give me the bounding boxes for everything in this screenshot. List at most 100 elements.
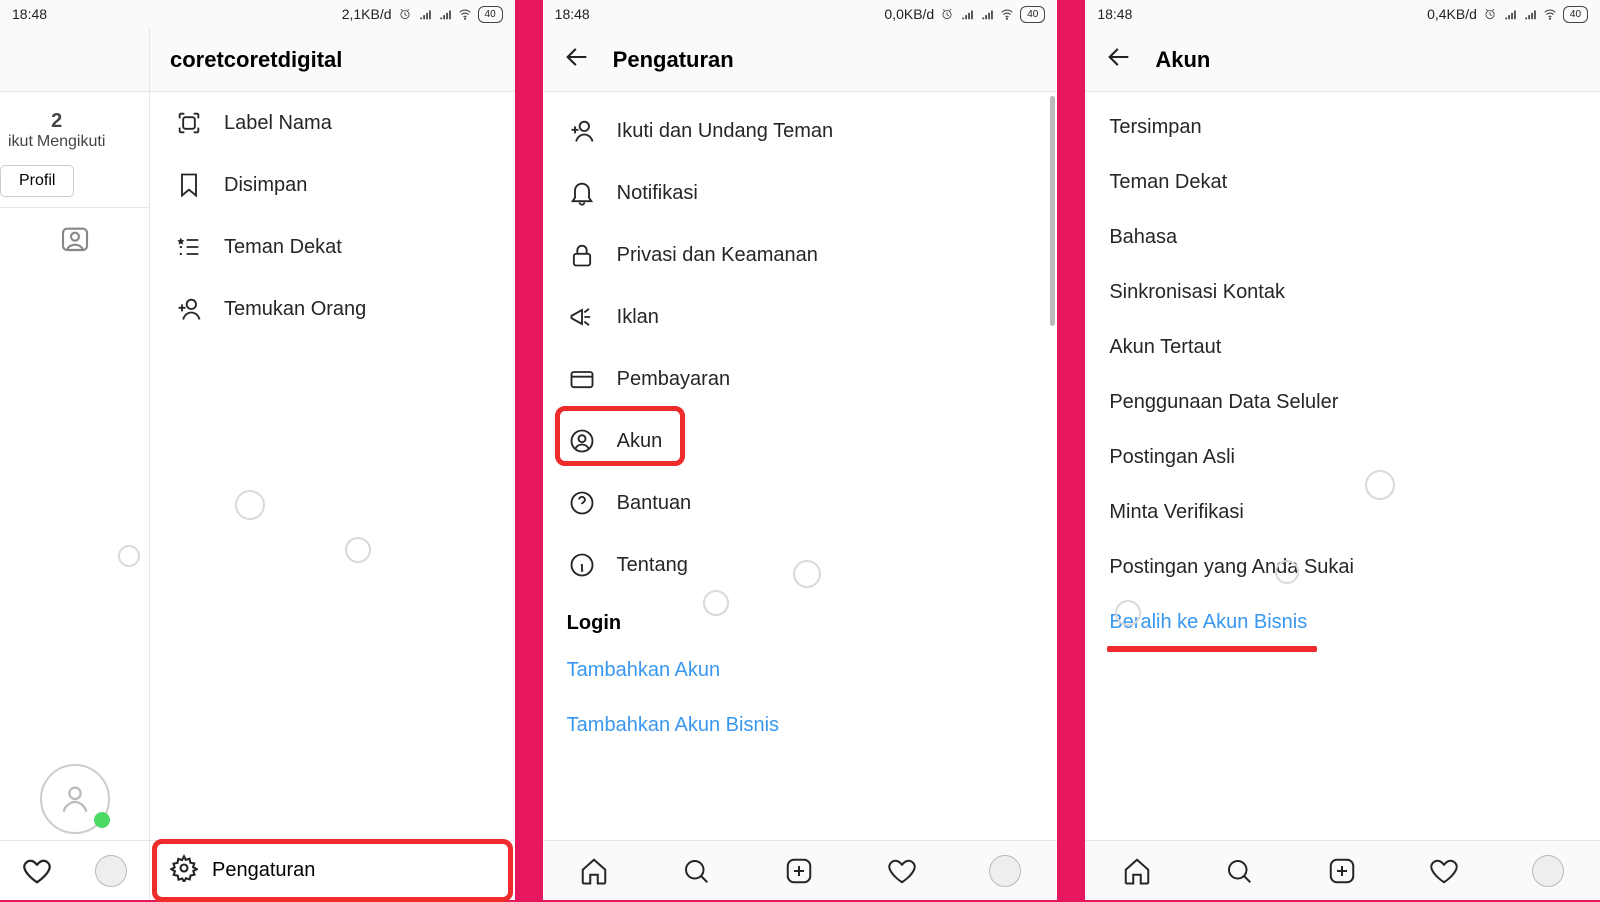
settings-item-help[interactable]: Bantuan — [543, 472, 1058, 534]
info-icon — [567, 550, 597, 580]
settings-item-notifications[interactable]: Notifikasi — [543, 162, 1058, 224]
profile-avatar-icon[interactable] — [1532, 855, 1564, 887]
menu-item-label: Minta Verifikasi — [1109, 501, 1244, 524]
avatar-placeholder — [40, 764, 110, 834]
menu-item-label: Tentang — [617, 554, 688, 577]
menu-item-label: Penggunaan Data Seluler — [1109, 391, 1338, 414]
signal-icon — [980, 7, 994, 21]
help-icon — [567, 488, 597, 518]
settings-header: Pengaturan — [543, 28, 1058, 92]
followers-label: ikut — [8, 133, 33, 151]
status-bar: 18:48 0,0KB/d 40 — [543, 0, 1058, 28]
account-icon — [567, 426, 597, 456]
menu-item-label: Postingan Asli — [1109, 446, 1235, 469]
gear-icon — [170, 854, 198, 888]
account-item-switch-business[interactable]: Beralih ke Akun Bisnis — [1085, 595, 1600, 650]
phone-screen-2: 18:48 0,0KB/d 40 Pengaturan Ikuti dan Un… — [543, 0, 1058, 900]
alarm-icon — [398, 7, 412, 21]
drawer-settings[interactable]: Pengaturan — [150, 840, 515, 900]
add-account-link[interactable]: Tambahkan Akun — [543, 643, 1058, 698]
settings-item-account[interactable]: Akun — [543, 410, 1058, 472]
settings-item-about[interactable]: Tentang — [543, 534, 1058, 596]
new-post-icon[interactable] — [1327, 856, 1357, 886]
account-item-saved[interactable]: Tersimpan — [1085, 100, 1600, 155]
tagged-photos-icon[interactable] — [59, 222, 91, 254]
annotation-box-settings — [152, 839, 513, 902]
status-time: 18:48 — [555, 6, 590, 22]
search-icon[interactable] — [1224, 856, 1254, 886]
menu-item-label: Tambahkan Akun Bisnis — [567, 714, 779, 737]
account-item-language[interactable]: Bahasa — [1085, 210, 1600, 265]
settings-item-ads[interactable]: Iklan — [543, 286, 1058, 348]
menu-item-label: Bantuan — [617, 492, 692, 515]
battery-level: 40 — [1020, 6, 1045, 23]
account-item-linked[interactable]: Akun Tertaut — [1085, 320, 1600, 375]
settings-item-payments[interactable]: Pembayaran — [543, 348, 1058, 410]
login-section-label: Login — [543, 596, 1058, 643]
heart-icon[interactable] — [887, 856, 917, 886]
phone-screen-3: 18:48 0,4KB/d 40 Akun Tersimpan Teman De… — [1085, 0, 1600, 900]
phone-screen-1: 18:48 2,1KB/d 40 2 — [0, 0, 515, 900]
heart-icon[interactable] — [1429, 856, 1459, 886]
battery-level: 40 — [478, 6, 503, 23]
add-business-link[interactable]: Tambahkan Akun Bisnis — [543, 698, 1058, 753]
following-count: 2 — [8, 110, 105, 133]
status-speed: 2,1KB/d — [342, 6, 392, 22]
settings-label: Pengaturan — [212, 859, 315, 882]
add-people-icon — [567, 116, 597, 146]
status-speed: 0,4KB/d — [1427, 6, 1477, 22]
signal-icon — [960, 7, 974, 21]
menu-item-label: Beralih ke Akun Bisnis — [1109, 611, 1307, 634]
wifi-icon — [1543, 7, 1557, 21]
card-icon — [567, 364, 597, 394]
nametag-icon — [174, 108, 204, 138]
settings-item-privacy[interactable]: Privasi dan Keamanan — [543, 224, 1058, 286]
profile-avatar-icon[interactable] — [989, 855, 1021, 887]
status-time: 18:48 — [1097, 6, 1132, 22]
bookmark-icon — [174, 170, 204, 200]
new-post-icon[interactable] — [784, 856, 814, 886]
status-time: 18:48 — [12, 6, 47, 22]
alarm-icon — [1483, 7, 1497, 21]
profile-avatar-icon[interactable] — [95, 855, 127, 887]
settings-item-follow-invite[interactable]: Ikuti dan Undang Teman — [543, 100, 1058, 162]
wifi-icon — [1000, 7, 1014, 21]
status-bar: 18:48 2,1KB/d 40 — [0, 0, 515, 28]
scrollbar[interactable] — [1050, 96, 1055, 326]
heart-icon[interactable] — [22, 856, 52, 886]
home-icon[interactable] — [579, 856, 609, 886]
alarm-icon — [940, 7, 954, 21]
drawer-username: coretcoretdigital — [150, 28, 515, 92]
following-label: Mengikuti — [37, 133, 105, 151]
back-arrow-icon[interactable] — [563, 43, 591, 77]
lock-icon — [567, 240, 597, 270]
account-item-original[interactable]: Postingan Asli — [1085, 430, 1600, 485]
account-item-verification[interactable]: Minta Verifikasi — [1085, 485, 1600, 540]
status-bar: 18:48 0,4KB/d 40 — [1085, 0, 1600, 28]
back-arrow-icon[interactable] — [1105, 43, 1133, 77]
list-star-icon — [174, 232, 204, 262]
signal-icon — [418, 7, 432, 21]
drawer-item-discover[interactable]: Temukan Orang — [150, 278, 515, 340]
battery-level: 40 — [1563, 6, 1588, 23]
account-item-data-usage[interactable]: Penggunaan Data Seluler — [1085, 375, 1600, 430]
menu-item-label: Pembayaran — [617, 368, 730, 391]
megaphone-icon — [567, 302, 597, 332]
drawer-item-label-nama[interactable]: Label Nama — [150, 92, 515, 154]
page-title: Pengaturan — [613, 47, 734, 73]
home-icon[interactable] — [1122, 856, 1152, 886]
bell-icon — [567, 178, 597, 208]
bottom-nav — [543, 840, 1058, 900]
drawer-item-close-friends[interactable]: Teman Dekat — [150, 216, 515, 278]
signal-icon — [1503, 7, 1517, 21]
account-item-sync[interactable]: Sinkronisasi Kontak — [1085, 265, 1600, 320]
search-icon[interactable] — [681, 856, 711, 886]
menu-item-label: Teman Dekat — [1109, 171, 1227, 194]
drawer-item-label: Temukan Orang — [224, 298, 366, 321]
menu-item-label: Akun Tertaut — [1109, 336, 1221, 359]
edit-profile-button[interactable]: Profil — [0, 165, 74, 197]
drawer-item-saved[interactable]: Disimpan — [150, 154, 515, 216]
menu-item-label: Notifikasi — [617, 182, 698, 205]
account-item-close-friends[interactable]: Teman Dekat — [1085, 155, 1600, 210]
account-item-liked-posts[interactable]: Postingan yang Anda Sukai — [1085, 540, 1600, 595]
